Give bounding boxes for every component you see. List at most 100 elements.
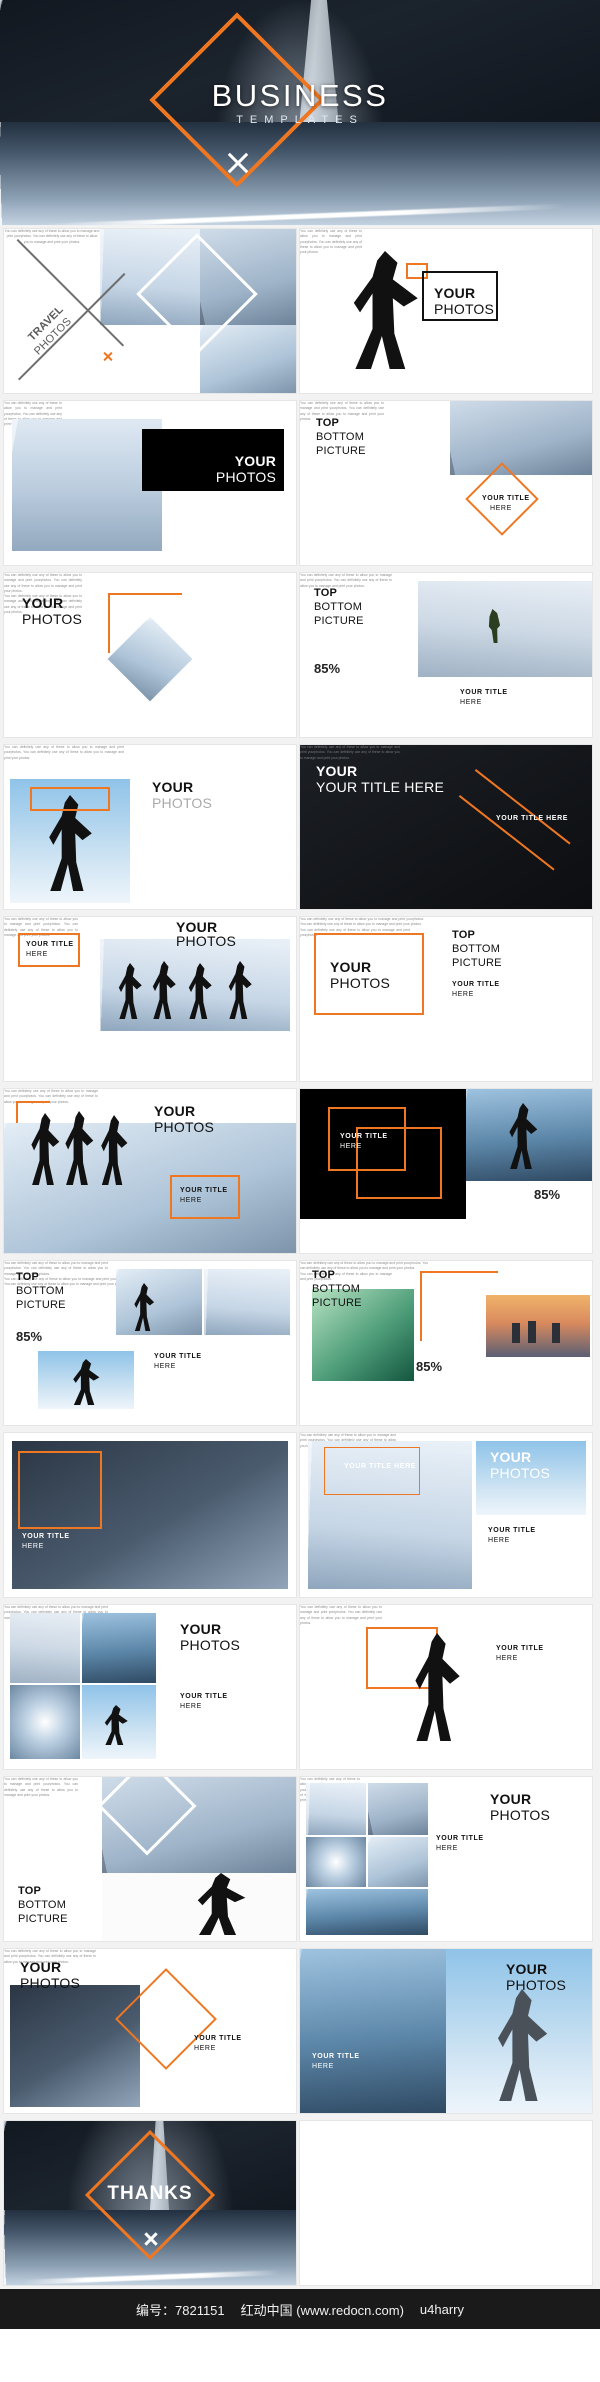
slide-thumbnail[interactable]: YOUR PHOTOS You can definitely use any o… xyxy=(4,745,296,909)
slide-photo xyxy=(418,581,592,677)
slide-title: YOUR xyxy=(20,1959,62,1975)
slide-body-text: You can definitely use any of these to a… xyxy=(4,745,124,760)
hero-title: BUSINESS xyxy=(211,78,389,113)
orange-frame xyxy=(324,1447,420,1495)
slide-subtitle: PHOTOS xyxy=(152,795,213,811)
orange-corner-frame xyxy=(16,1101,50,1123)
slide-body-text: You can definitely use any of these to a… xyxy=(300,1605,382,1625)
percent-value: 85% xyxy=(16,1329,43,1344)
slide-caption-1: YOUR TITLE xyxy=(180,1187,228,1194)
slide-thumbnail[interactable]: YOUR PHOTOS You can definitely use any o… xyxy=(4,573,296,737)
slide-thumbnail[interactable]: YOUR PHOTOS YOUR TITLE HERE You can defi… xyxy=(4,1949,296,2113)
slide-heading-bottom: BOTTOM xyxy=(452,943,501,955)
slide-caption-1: YOUR TITLE xyxy=(154,1353,202,1360)
slide-subtitle: PHOTOS xyxy=(154,1119,215,1135)
slide-caption-2: HERE xyxy=(488,1537,510,1544)
slide-title: YOUR TITLE xyxy=(482,495,530,502)
slide-title: YOUR xyxy=(152,779,194,795)
slide-thumbnail[interactable]: YOUR TITLE HERE YOUR PHOTOS YOUR TITLE H… xyxy=(300,1433,592,1597)
slide-body-text: You can definitely use any of these to a… xyxy=(4,1777,78,1797)
orange-frame xyxy=(366,1627,438,1689)
slide-thumbnail[interactable]: YOUR YOUR TITLE HERE YOUR TITLE HERE You… xyxy=(300,745,592,909)
slide-caption-1: YOUR TITLE xyxy=(496,1645,544,1652)
slide-thumbnail[interactable]: TOP BOTTOM PICTURE 85% You can definitel… xyxy=(300,1261,592,1425)
footer-bar: 编号：7821151 红动中国 (www.redocn.com) u4harry xyxy=(0,2289,600,2329)
hero-subtitle: TEMPLATES xyxy=(236,114,364,126)
slide-title: YOUR xyxy=(330,959,372,975)
slide-title: YOUR TITLE xyxy=(22,1533,70,1540)
slide-thumbnail[interactable]: TOP BOTTOM PICTURE 85% YOUR TITLE HERE Y… xyxy=(300,573,592,737)
slide-thumbnail[interactable]: YOUR TITLE HERE YOUR PHOTOS You can defi… xyxy=(4,917,296,1081)
slide-subtitle: HERE xyxy=(490,505,512,512)
slide-body-text: You can definitely use any of these to a… xyxy=(300,917,424,927)
slide-caption-2: HERE xyxy=(436,1845,458,1852)
slide-thumbnail[interactable]: THANKS xyxy=(4,2121,296,2285)
slide-thumbnail[interactable]: YOUR TITLE HERE xyxy=(4,1433,296,1597)
slide-thumbnail[interactable]: TRAVEL PHOTOS You can definitely use any… xyxy=(4,229,296,393)
footer-id: 编号：7821151 xyxy=(136,2302,225,2318)
slide-thumbnail[interactable]: YOUR TITLE HERE 85% You can definitely u… xyxy=(300,1089,592,1253)
slide-title: YOUR TITLE xyxy=(460,689,508,696)
x-icon xyxy=(143,2231,159,2247)
slide-title: YOUR xyxy=(490,1791,532,1807)
slide-heading-picture: PICTURE xyxy=(312,1297,362,1309)
slide-caption-1: YOUR TITLE xyxy=(312,2053,360,2060)
slide-photo xyxy=(10,1613,80,1683)
slide-thumbnail[interactable]: YOUR PHOTOS YOUR TITLE HERE You can defi… xyxy=(4,1605,296,1769)
slide-thumbnail[interactable] xyxy=(300,2121,592,2285)
slide-subtitle: HERE xyxy=(22,1543,44,1550)
slide-caption-1: YOUR TITLE xyxy=(452,981,500,988)
x-icon xyxy=(102,351,113,362)
slide-photo xyxy=(116,1269,202,1335)
slide-thumbnail[interactable]: YOUR PHOTOS YOUR TITLE HERE You can defi… xyxy=(4,1089,296,1253)
slide-caption-1: YOUR TITLE xyxy=(488,1527,536,1534)
slide-heading-picture: PICTURE xyxy=(452,957,502,969)
slide-subtitle: PHOTOS xyxy=(20,1975,81,1991)
slide-photo xyxy=(368,1783,428,1835)
slide-thumbnail[interactable]: YOUR TITLE HERE YOUR PHOTOS You can defi… xyxy=(300,1949,592,2113)
footer-author: u4harry xyxy=(419,2301,464,2317)
slide-heading-bottom: BOTTOM xyxy=(18,1899,67,1911)
slide-subtitle: PHOTOS xyxy=(490,1465,551,1481)
slide-photo xyxy=(368,1837,428,1887)
slide-title: YOUR xyxy=(434,285,476,301)
slide-photo xyxy=(300,1949,446,2113)
slide-thumbnail[interactable]: YOUR PHOTOS YOUR TITLE HERE You can defi… xyxy=(300,1777,592,1941)
accent-line xyxy=(475,769,571,845)
slide-photo xyxy=(486,1295,590,1357)
slide-heading-picture: PICTURE xyxy=(316,445,366,457)
slide-subtitle: HERE xyxy=(340,1143,362,1150)
slide-body-text: You can definitely use any of these to a… xyxy=(300,745,400,760)
slide-caption-2: HERE xyxy=(452,991,474,998)
slide-thumbnail[interactable]: TOP BOTTOM PICTURE You can definitely us… xyxy=(4,1777,296,1941)
slide-heading-top: TOP xyxy=(316,417,340,429)
slide-title: YOUR TITLE xyxy=(26,941,74,948)
slide-heading-top: TOP xyxy=(452,929,476,941)
footer-site: 红动中国 (www.redocn.com) xyxy=(240,2302,404,2318)
slide-thumbnail[interactable]: TOP BOTTOM PICTURE 85% YOUR TITLE HERE Y… xyxy=(4,1261,296,1425)
slide-heading-bottom: BOTTOM xyxy=(316,431,365,443)
slide-heading-top: TOP xyxy=(312,1269,336,1281)
slide-subtitle: PHOTOS xyxy=(506,1977,567,1993)
slide-thumbnail[interactable]: YOUR PHOTOS You can definitely use any o… xyxy=(4,401,296,565)
slide-subtitle: HERE xyxy=(460,699,482,706)
percent-value: 85% xyxy=(416,1359,443,1374)
slide-thumbnail[interactable]: YOUR TITLE HERE You can definitely use a… xyxy=(300,1605,592,1769)
slide-caption: YOUR TITLE HERE xyxy=(496,815,569,822)
orange-frame xyxy=(30,787,110,811)
slide-heading-bottom: BOTTOM xyxy=(312,1283,361,1295)
slide-body-text: You can definitely use any of these to a… xyxy=(300,401,384,421)
slide-caption-2: HERE xyxy=(312,2063,334,2070)
slide-heading-picture: PICTURE xyxy=(18,1913,68,1925)
slide-heading-picture: PICTURE xyxy=(16,1299,66,1311)
slide-title: YOUR xyxy=(154,1103,196,1119)
thanks-title: THANKS xyxy=(107,2183,193,2204)
person-silhouette xyxy=(528,1321,536,1343)
slide-heading-top: TOP xyxy=(18,1885,42,1897)
slide-thumbnail[interactable]: YOUR PHOTOS You can definitely use any o… xyxy=(300,229,592,393)
slide-heading-picture: PICTURE xyxy=(314,615,364,627)
slide-thumbnail[interactable]: TOP BOTTOM PICTURE YOUR TITLE HERE You c… xyxy=(300,401,592,565)
slide-heading-sub: PHOTOS xyxy=(176,933,237,949)
slide-thumbnail[interactable]: TOP BOTTOM PICTURE YOUR PHOTOS YOUR TITL… xyxy=(300,917,592,1081)
slide-subtitle: PHOTOS xyxy=(180,1637,241,1653)
